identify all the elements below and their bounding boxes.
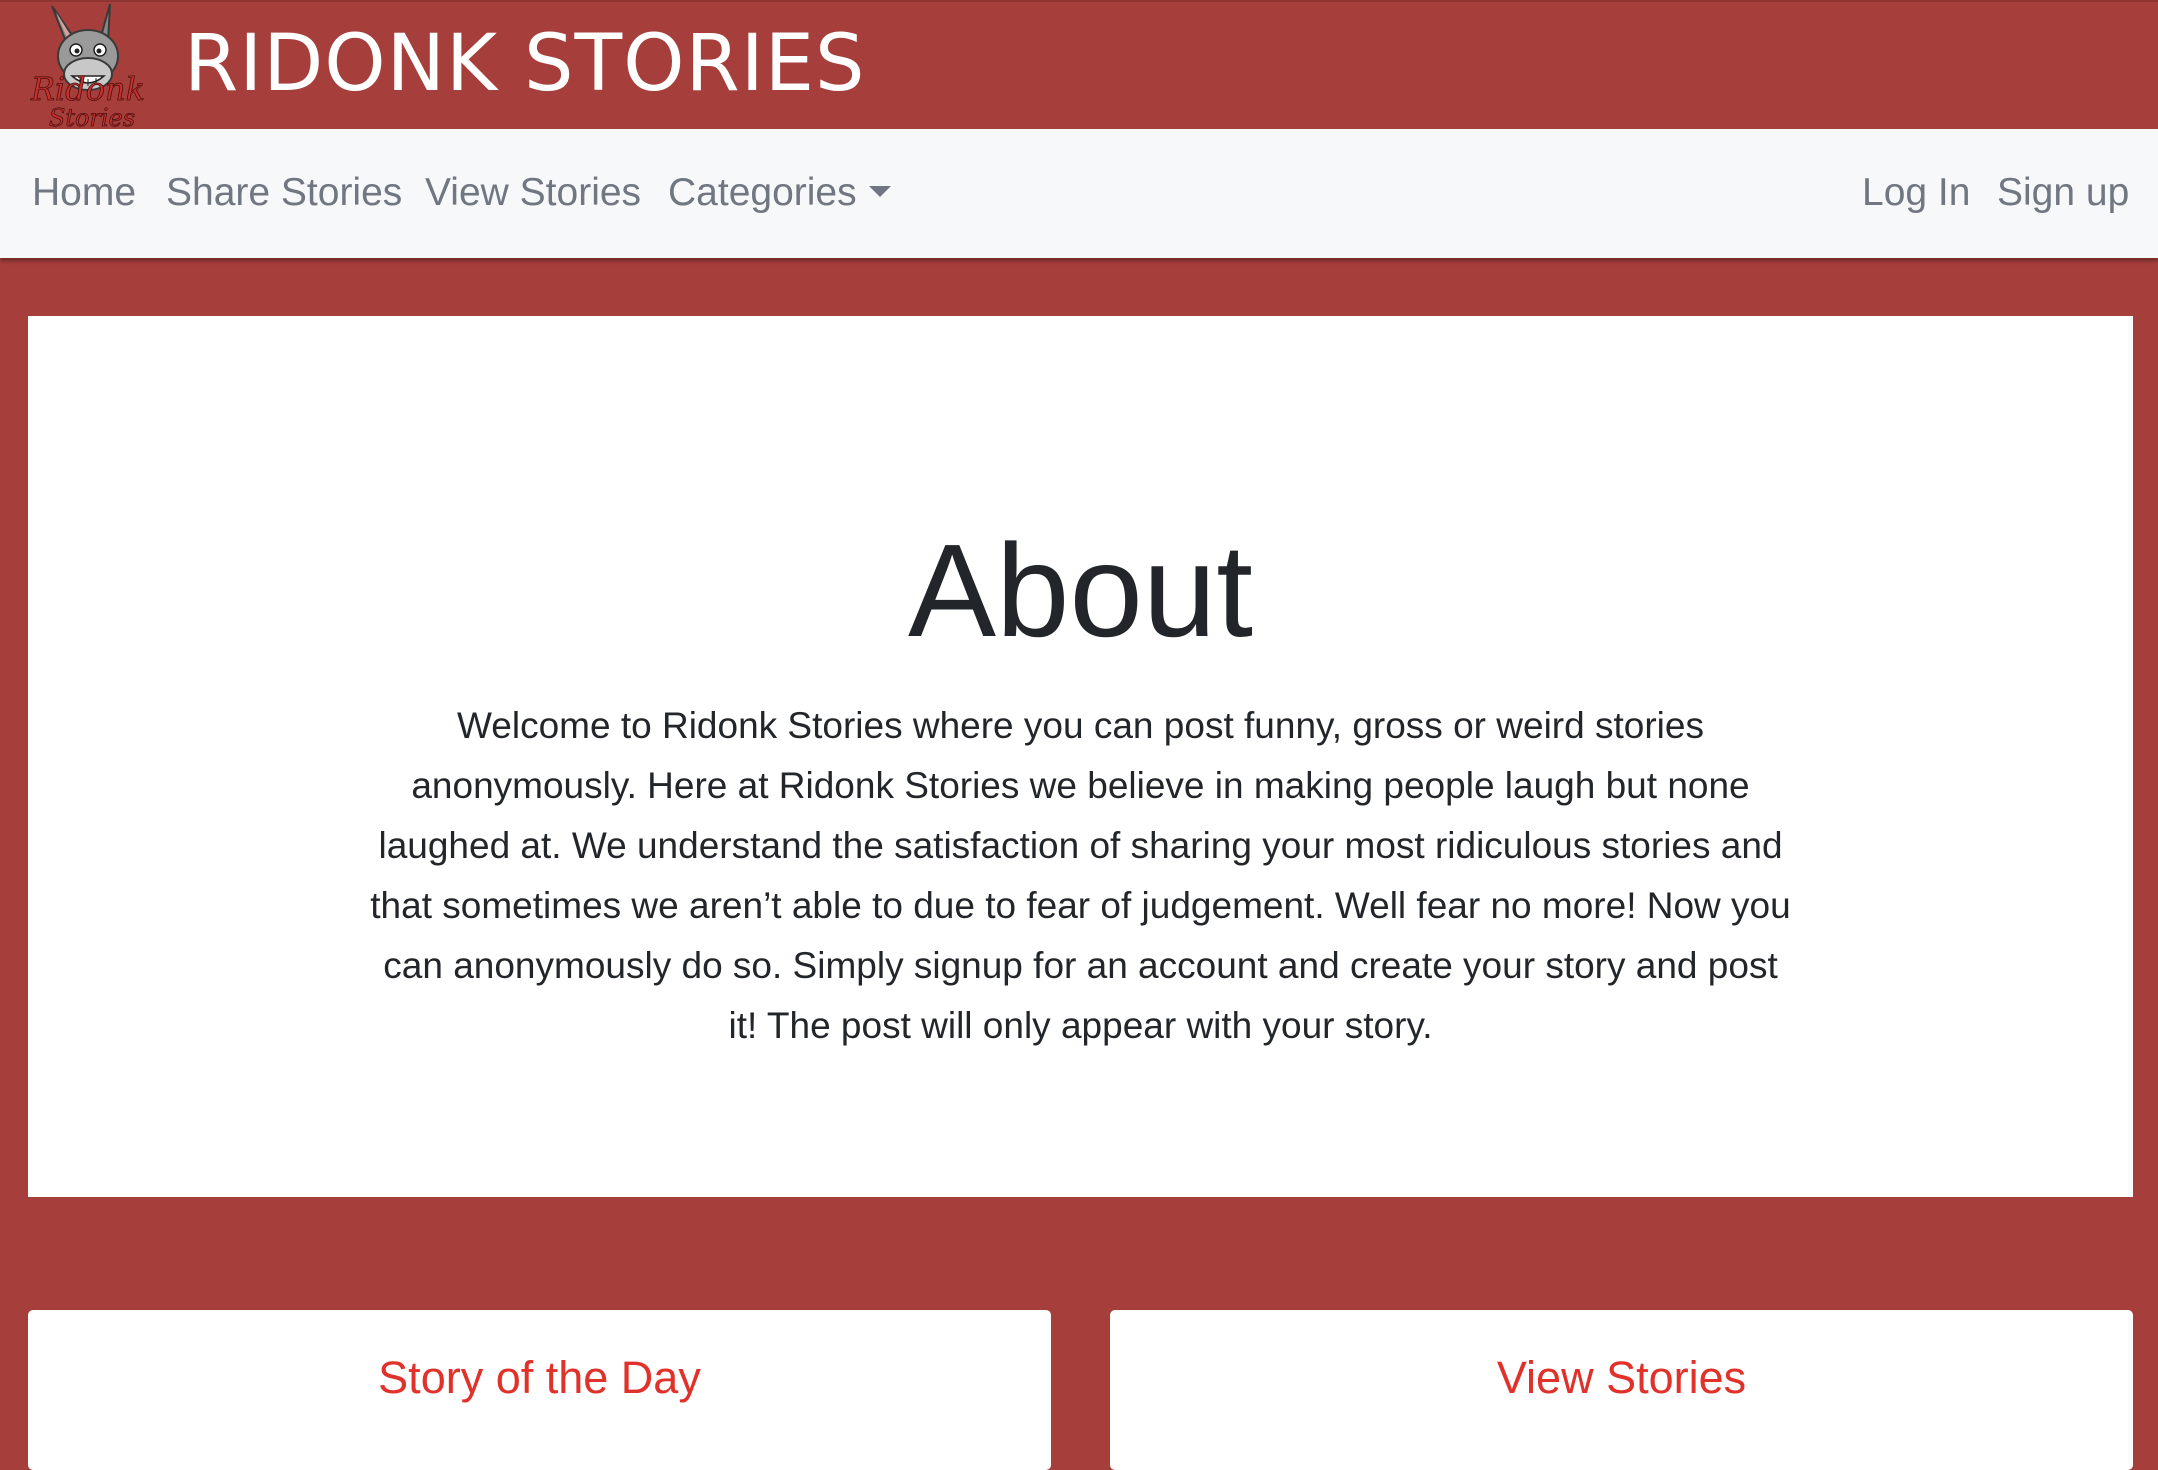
about-body: Welcome to Ridonk Stories where you can … (370, 705, 1791, 1046)
site-banner: Ridonk Stories RIDONK STORIES (0, 0, 2158, 130)
nav-view-stories[interactable]: View Stories (425, 165, 641, 221)
nav-categories-label: Categories (668, 171, 857, 214)
nav-home[interactable]: Home (32, 165, 136, 221)
nav-categories-dropdown[interactable]: Categories (668, 165, 891, 221)
main-navbar: Home Share Stories View Stories Categori… (0, 129, 2158, 258)
view-stories-link[interactable]: View Stories (1110, 1346, 2133, 1410)
about-section: About Welcome to Ridonk Stories where yo… (28, 316, 2133, 1197)
nav-log-in[interactable]: Log In (1862, 165, 1970, 221)
about-title: About (908, 517, 1253, 664)
svg-text:Ridonk: Ridonk (30, 70, 145, 108)
svg-text:Stories: Stories (49, 104, 135, 130)
story-of-the-day-link[interactable]: Story of the Day (28, 1346, 1051, 1410)
nav-sign-up[interactable]: Sign up (1997, 165, 2129, 221)
site-title: RIDONK STORIES (184, 19, 866, 109)
donkey-logo-icon[interactable]: Ridonk Stories (14, 2, 162, 130)
nav-share-stories[interactable]: Share Stories (166, 165, 402, 221)
caret-down-icon (868, 186, 891, 197)
story-of-the-day-card[interactable]: Story of the Day (28, 1310, 1051, 1470)
view-stories-card[interactable]: View Stories (1110, 1310, 2133, 1470)
